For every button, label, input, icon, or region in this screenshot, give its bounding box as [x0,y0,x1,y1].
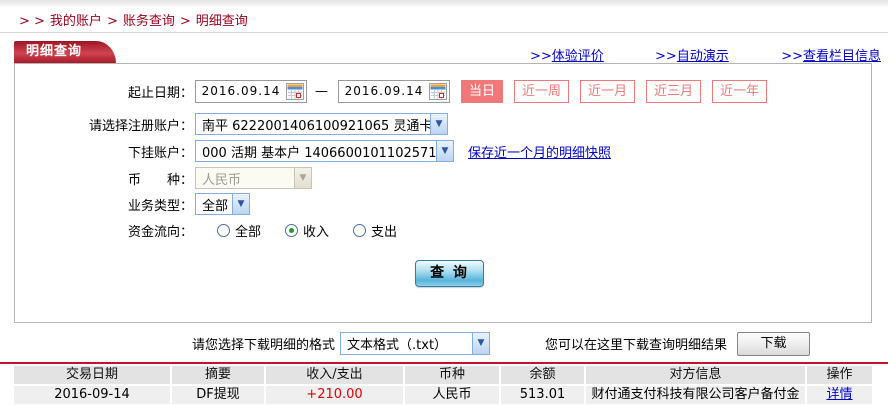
link-label: 查看栏目信息 [803,49,881,64]
header-trade-date: 交易日期 [14,366,170,384]
cell-counterparty: 财付通支付科技有限公司客户备付金 [586,386,805,404]
table-top-red-line [0,362,888,364]
flow-option-income-label: 收入 [303,221,329,240]
link-auto-demo[interactable]: >>自动演示 [655,45,729,64]
fund-flow-row: 资金流向： 全部 收入 支出 [15,221,871,239]
start-date-input[interactable]: 2016.09.14 [195,80,307,103]
sub-account-label: 下挂账户： [15,142,193,161]
chevron-down-icon: ▼ [436,141,453,161]
divider-line [0,32,888,33]
breadcrumb-separator: > [180,14,191,29]
register-account-label: 请选择注册账户： [15,115,193,134]
table-header-row: 交易日期 摘要 收入/支出 币种 余额 对方信息 操作 [14,366,872,384]
end-date-input[interactable]: 2016.09.14 [338,80,450,103]
link-prefix: >> [781,49,803,64]
chevron-down-icon: ▼ [472,333,489,354]
link-label: 体验评价 [552,49,604,64]
cell-balance: 513.01 [501,386,584,404]
link-view-column-info[interactable]: >>查看栏目信息 [781,45,881,64]
download-result-label: 您可以在这里下载查询明细结果 [545,334,727,353]
cell-currency: 人民币 [405,386,499,404]
chevron-down-icon: ▼ [430,114,447,134]
detail-query-page: > >我的账户>账务查询>明细查询 明细查询 >>体验评价 >>自动演示 >>查… [0,0,888,405]
breadcrumb-separator: > [107,14,118,29]
biz-type-label: 业务类型： [15,195,193,214]
top-gradient-bar [0,0,888,7]
tab-detail-query: 明细查询 [14,41,96,63]
header-summary: 摘要 [172,366,264,384]
breadcrumb-prefix: > > [19,14,45,29]
cell-amount: +210.00 [266,386,403,404]
cell-action: 详情 [807,386,872,404]
calendar-icon[interactable] [286,83,304,100]
sub-account-select[interactable]: 000 活期 基本户 1406600101102571848 ▼ [195,140,454,162]
date-range-dash: — [315,84,328,99]
download-format-value: 文本格式（.txt） [341,334,472,353]
register-account-row: 请选择注册账户： 南平 6222001406100921065 灵通卡 ▼ [15,112,871,136]
biz-type-select[interactable]: 全部 ▼ [195,193,250,215]
download-button[interactable]: 下载 [737,332,810,356]
link-label: 自动演示 [677,49,729,64]
flow-option-expense[interactable]: 支出 [353,221,397,240]
header-currency: 币种 [405,366,499,384]
radio-checked-icon[interactable] [285,224,298,237]
currency-row: 币 种： 人民币 ▼ [15,166,871,190]
header-action: 操作 [807,366,872,384]
breadcrumb-item-detail-query[interactable]: 明细查询 [196,14,248,29]
download-format-label: 请您选择下载明细的格式 [192,334,335,353]
quick-range-month-button[interactable]: 近一月 [580,80,635,103]
start-date-value: 2016.09.14 [196,84,286,98]
download-format-select[interactable]: 文本格式（.txt） ▼ [340,332,490,355]
download-row: 请您选择下载明细的格式 文本格式（.txt） ▼ 您可以在这里下载查询明细结果 … [192,331,810,356]
link-prefix: >> [530,49,552,64]
header-income-expense: 收入/支出 [266,366,403,384]
end-date-value: 2016.09.14 [339,84,429,98]
radio-unchecked-icon[interactable] [353,224,366,237]
biz-type-row: 业务类型： 全部 ▼ [15,192,871,216]
breadcrumb-item-account-query[interactable]: 账务查询 [123,14,175,29]
query-button[interactable]: 查 询 [415,260,484,287]
register-account-value: 南平 6222001406100921065 灵通卡 [196,115,430,134]
detail-link[interactable]: 详情 [826,387,852,402]
quick-range-week-button[interactable]: 近一周 [514,80,569,103]
breadcrumb: > > 我的账户 > 账务查询 > 明细查询 [14,10,248,29]
quick-range-3months-button[interactable]: 近三月 [646,80,701,103]
register-account-select[interactable]: 南平 6222001406100921065 灵通卡 ▼ [195,113,448,135]
table-row: 2016-09-14 DF提现 +210.00 人民币 513.01 财付通支付… [14,386,872,404]
quick-range-year-button[interactable]: 近一年 [712,80,767,103]
cell-trade-date: 2016-09-14 [14,386,170,404]
query-form-panel: 起止日期： 2016.09.14 — 2016.09.14 [14,63,872,323]
fund-flow-label: 资金流向： [15,221,193,240]
sub-account-value: 000 活期 基本户 1406600101102571848 [196,142,436,161]
link-experience-review[interactable]: >>体验评价 [530,45,604,64]
biz-type-value: 全部 [196,195,232,214]
cell-summary: DF提现 [172,386,264,404]
chevron-down-icon: ▼ [232,194,249,214]
link-prefix: >> [655,49,677,64]
header-balance: 余额 [501,366,584,384]
header-counterparty: 对方信息 [586,366,805,384]
flow-option-all-label: 全部 [235,221,261,240]
radio-unchecked-icon[interactable] [217,224,230,237]
sub-account-row: 下挂账户： 000 活期 基本户 1406600101102571848 ▼ 保… [15,139,871,163]
save-snapshot-link[interactable]: 保存近一个月的明细快照 [468,142,611,161]
calendar-icon[interactable] [429,83,447,100]
flow-option-all[interactable]: 全部 [217,221,261,240]
currency-label: 币 种： [15,169,193,188]
flow-option-expense-label: 支出 [371,221,397,240]
currency-value: 人民币 [196,169,294,188]
quick-range-today-button[interactable]: 当日 [461,80,503,103]
date-range-row: 起止日期： 2016.09.14 — 2016.09.14 [15,79,871,103]
flow-option-income[interactable]: 收入 [285,221,329,240]
breadcrumb-item-my-account[interactable]: 我的账户 [50,14,102,29]
currency-select-disabled: 人民币 ▼ [195,167,312,189]
date-range-label: 起止日期： [15,82,193,101]
chevron-down-icon: ▼ [294,168,311,188]
